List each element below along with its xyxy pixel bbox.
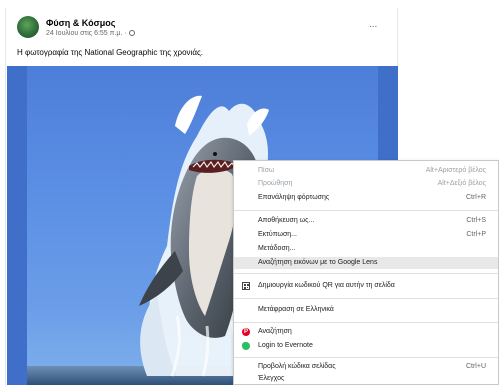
menu-item-translate[interactable]: Μετάφραση σε Ελληνικά <box>234 304 498 316</box>
menu-item-label: Δημιουργία κωδικού QR για αυτήν τη σελίδ… <box>258 282 395 289</box>
menu-item-forward[interactable]: Προώθηση Alt+Δεξιό βέλος <box>234 178 498 190</box>
menu-item-evernote-login[interactable]: Login to Evernote <box>234 340 498 352</box>
menu-item-label: Αναζήτηση <box>258 328 292 335</box>
menu-item-shortcut: Ctrl+U <box>465 363 486 370</box>
qr-code-icon <box>242 282 250 290</box>
menu-item-label: Αποθήκευση ως... <box>258 217 315 224</box>
post-header: Φύση & Κόσμος 24 Ιουλίου στις 6:55 π.μ. … <box>6 8 397 48</box>
menu-item-label: Προβολή κώδικα σελίδας <box>258 363 336 370</box>
browser-context-menu: Πίσω Alt+Αριστερό βέλος Προώθηση Alt+Δεξ… <box>233 160 499 385</box>
globe-icon <box>128 30 135 36</box>
menu-item-shortcut: Ctrl+S <box>466 217 486 224</box>
menu-item-shortcut: Ctrl+P <box>466 231 486 238</box>
menu-item-shortcut: Alt+Αριστερό βέλος <box>425 167 486 174</box>
menu-item-label: Επανάληψη φόρτωσης <box>258 194 330 201</box>
menu-item-cast[interactable]: Μετάδοση... <box>234 243 498 255</box>
menu-item-label: Εκτύπωση... <box>258 231 298 238</box>
menu-item-label: Πίσω <box>258 167 275 174</box>
page-avatar[interactable] <box>17 16 39 38</box>
menu-item-shortcut: Ctrl+R <box>465 194 486 201</box>
more-options-button[interactable]: ... <box>369 20 377 30</box>
menu-item-print[interactable]: Εκτύπωση... Ctrl+P <box>234 229 498 241</box>
menu-separator <box>234 322 498 323</box>
menu-item-save-as[interactable]: Αποθήκευση ως... Ctrl+S <box>234 215 498 227</box>
menu-item-view-source[interactable]: Προβολή κώδικα σελίδας Ctrl+U <box>234 361 498 373</box>
menu-item-google-lens[interactable]: Αναζήτηση εικόνων με το Google Lens <box>234 257 498 269</box>
post-date: 24 Ιουλίου στις 6:55 π.μ. · <box>46 30 127 37</box>
menu-item-back[interactable]: Πίσω Alt+Αριστερό βέλος <box>234 165 498 177</box>
menu-item-label: Μετάδοση... <box>258 245 296 252</box>
menu-separator <box>234 357 498 358</box>
menu-item-shortcut: Alt+Δεξιό βέλος <box>437 180 486 187</box>
menu-separator <box>234 273 498 274</box>
menu-item-label: Προώθηση <box>258 180 293 187</box>
menu-item-label: Έλεγχος <box>258 375 285 382</box>
menu-item-inspect[interactable]: Έλεγχος <box>234 373 498 385</box>
menu-separator <box>234 210 498 211</box>
evernote-icon <box>242 342 250 350</box>
menu-item-label: Μετάφραση σε Ελληνικά <box>258 306 334 313</box>
menu-separator <box>234 298 498 299</box>
menu-item-label: Αναζήτηση εικόνων με το Google Lens <box>258 259 378 266</box>
menu-item-reload[interactable]: Επανάληψη φόρτωσης Ctrl+R <box>234 192 498 204</box>
page-name-link[interactable]: Φύση & Κόσμος <box>46 18 115 28</box>
menu-item-label: Login to Evernote <box>258 342 313 349</box>
post-timestamp[interactable]: 24 Ιουλίου στις 6:55 π.μ. · <box>46 30 135 37</box>
menu-item-create-qr[interactable]: Δημιουργία κωδικού QR για αυτήν τη σελίδ… <box>234 280 498 292</box>
post-caption: Η φωτογραφία της National Geographic της… <box>17 48 204 57</box>
pinterest-icon: P <box>242 328 250 336</box>
menu-item-pinterest-search[interactable]: P Αναζήτηση <box>234 326 498 338</box>
